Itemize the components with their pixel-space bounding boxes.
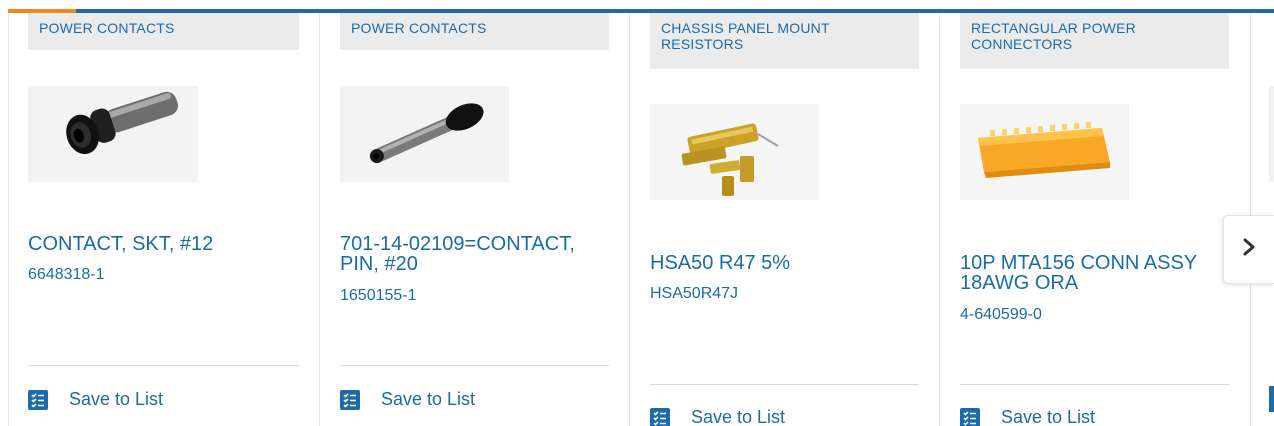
- checklist-icon: [340, 389, 360, 410]
- card-separator: [650, 384, 919, 385]
- save-to-list-label: Save to List: [381, 389, 476, 409]
- part-number-link[interactable]: HSA50R47J: [650, 285, 738, 303]
- category-label[interactable]: CHASSIS PANEL MOUNT RESISTORS: [650, 13, 919, 69]
- card-separator: [28, 365, 299, 366]
- product-image[interactable]: [650, 104, 819, 200]
- save-to-list-button[interactable]: Save to List: [960, 407, 1095, 426]
- checklist-icon: [28, 389, 48, 410]
- card-separator: [340, 365, 609, 366]
- product-image[interactable]: [28, 86, 198, 182]
- product-title-link[interactable]: 10P MTA156 CONN ASSY 18AWG ORA: [960, 253, 1229, 293]
- save-to-list-label: Save to List: [1001, 407, 1096, 426]
- product-image[interactable]: [960, 104, 1129, 200]
- product-card[interactable]: POWER CONTACTS 701-14-02109=CONTACT, PIN…: [340, 13, 609, 426]
- save-to-list-button[interactable]: Save to List: [28, 389, 163, 410]
- part-number-link[interactable]: 6648318-1: [28, 266, 105, 284]
- save-to-list-label: Save to List: [69, 389, 164, 409]
- card-divider: [319, 13, 320, 426]
- product-title-link[interactable]: HSA50 R47 5%: [650, 253, 919, 273]
- card-separator: [960, 384, 1229, 385]
- category-label[interactable]: POWER CONTACTS: [340, 13, 609, 50]
- card-divider: [629, 13, 630, 426]
- save-to-list-button[interactable]: Save to List: [650, 407, 785, 426]
- part-number-link[interactable]: 4-640599-0: [960, 306, 1042, 324]
- product-card[interactable]: RECTANGULAR POWER CONNECTORS 10P MTA156 …: [960, 13, 1229, 426]
- carousel-next-button[interactable]: [1223, 215, 1274, 284]
- part-number-link[interactable]: 1650155-1: [340, 287, 417, 305]
- product-image[interactable]: [340, 86, 509, 182]
- chevron-right-icon: [1242, 238, 1256, 261]
- product-title-link[interactable]: CONTACT, SKT, #12: [28, 234, 299, 254]
- checklist-icon: [960, 407, 980, 426]
- card-divider: [939, 13, 940, 426]
- product-card[interactable]: POWER CONTACTS CONTACT, SKT, #12 6648318…: [28, 13, 299, 426]
- next-card-save-peek: [1269, 386, 1274, 412]
- product-title-link[interactable]: 701-14-02109=CONTACT, PIN, #20: [340, 234, 609, 274]
- product-card[interactable]: CHASSIS PANEL MOUNT RESISTORS HSA50 R47 …: [650, 13, 919, 426]
- next-card-image-peek: [1269, 86, 1274, 182]
- card-divider: [8, 13, 9, 426]
- checklist-icon: [650, 407, 670, 426]
- save-to-list-button[interactable]: Save to List: [340, 389, 475, 410]
- save-to-list-label: Save to List: [691, 407, 786, 426]
- product-carousel: POWER CONTACTS CONTACT, SKT, #12 6648318…: [0, 0, 1274, 426]
- category-label[interactable]: POWER CONTACTS: [28, 13, 299, 50]
- category-label[interactable]: RECTANGULAR POWER CONNECTORS: [960, 13, 1229, 69]
